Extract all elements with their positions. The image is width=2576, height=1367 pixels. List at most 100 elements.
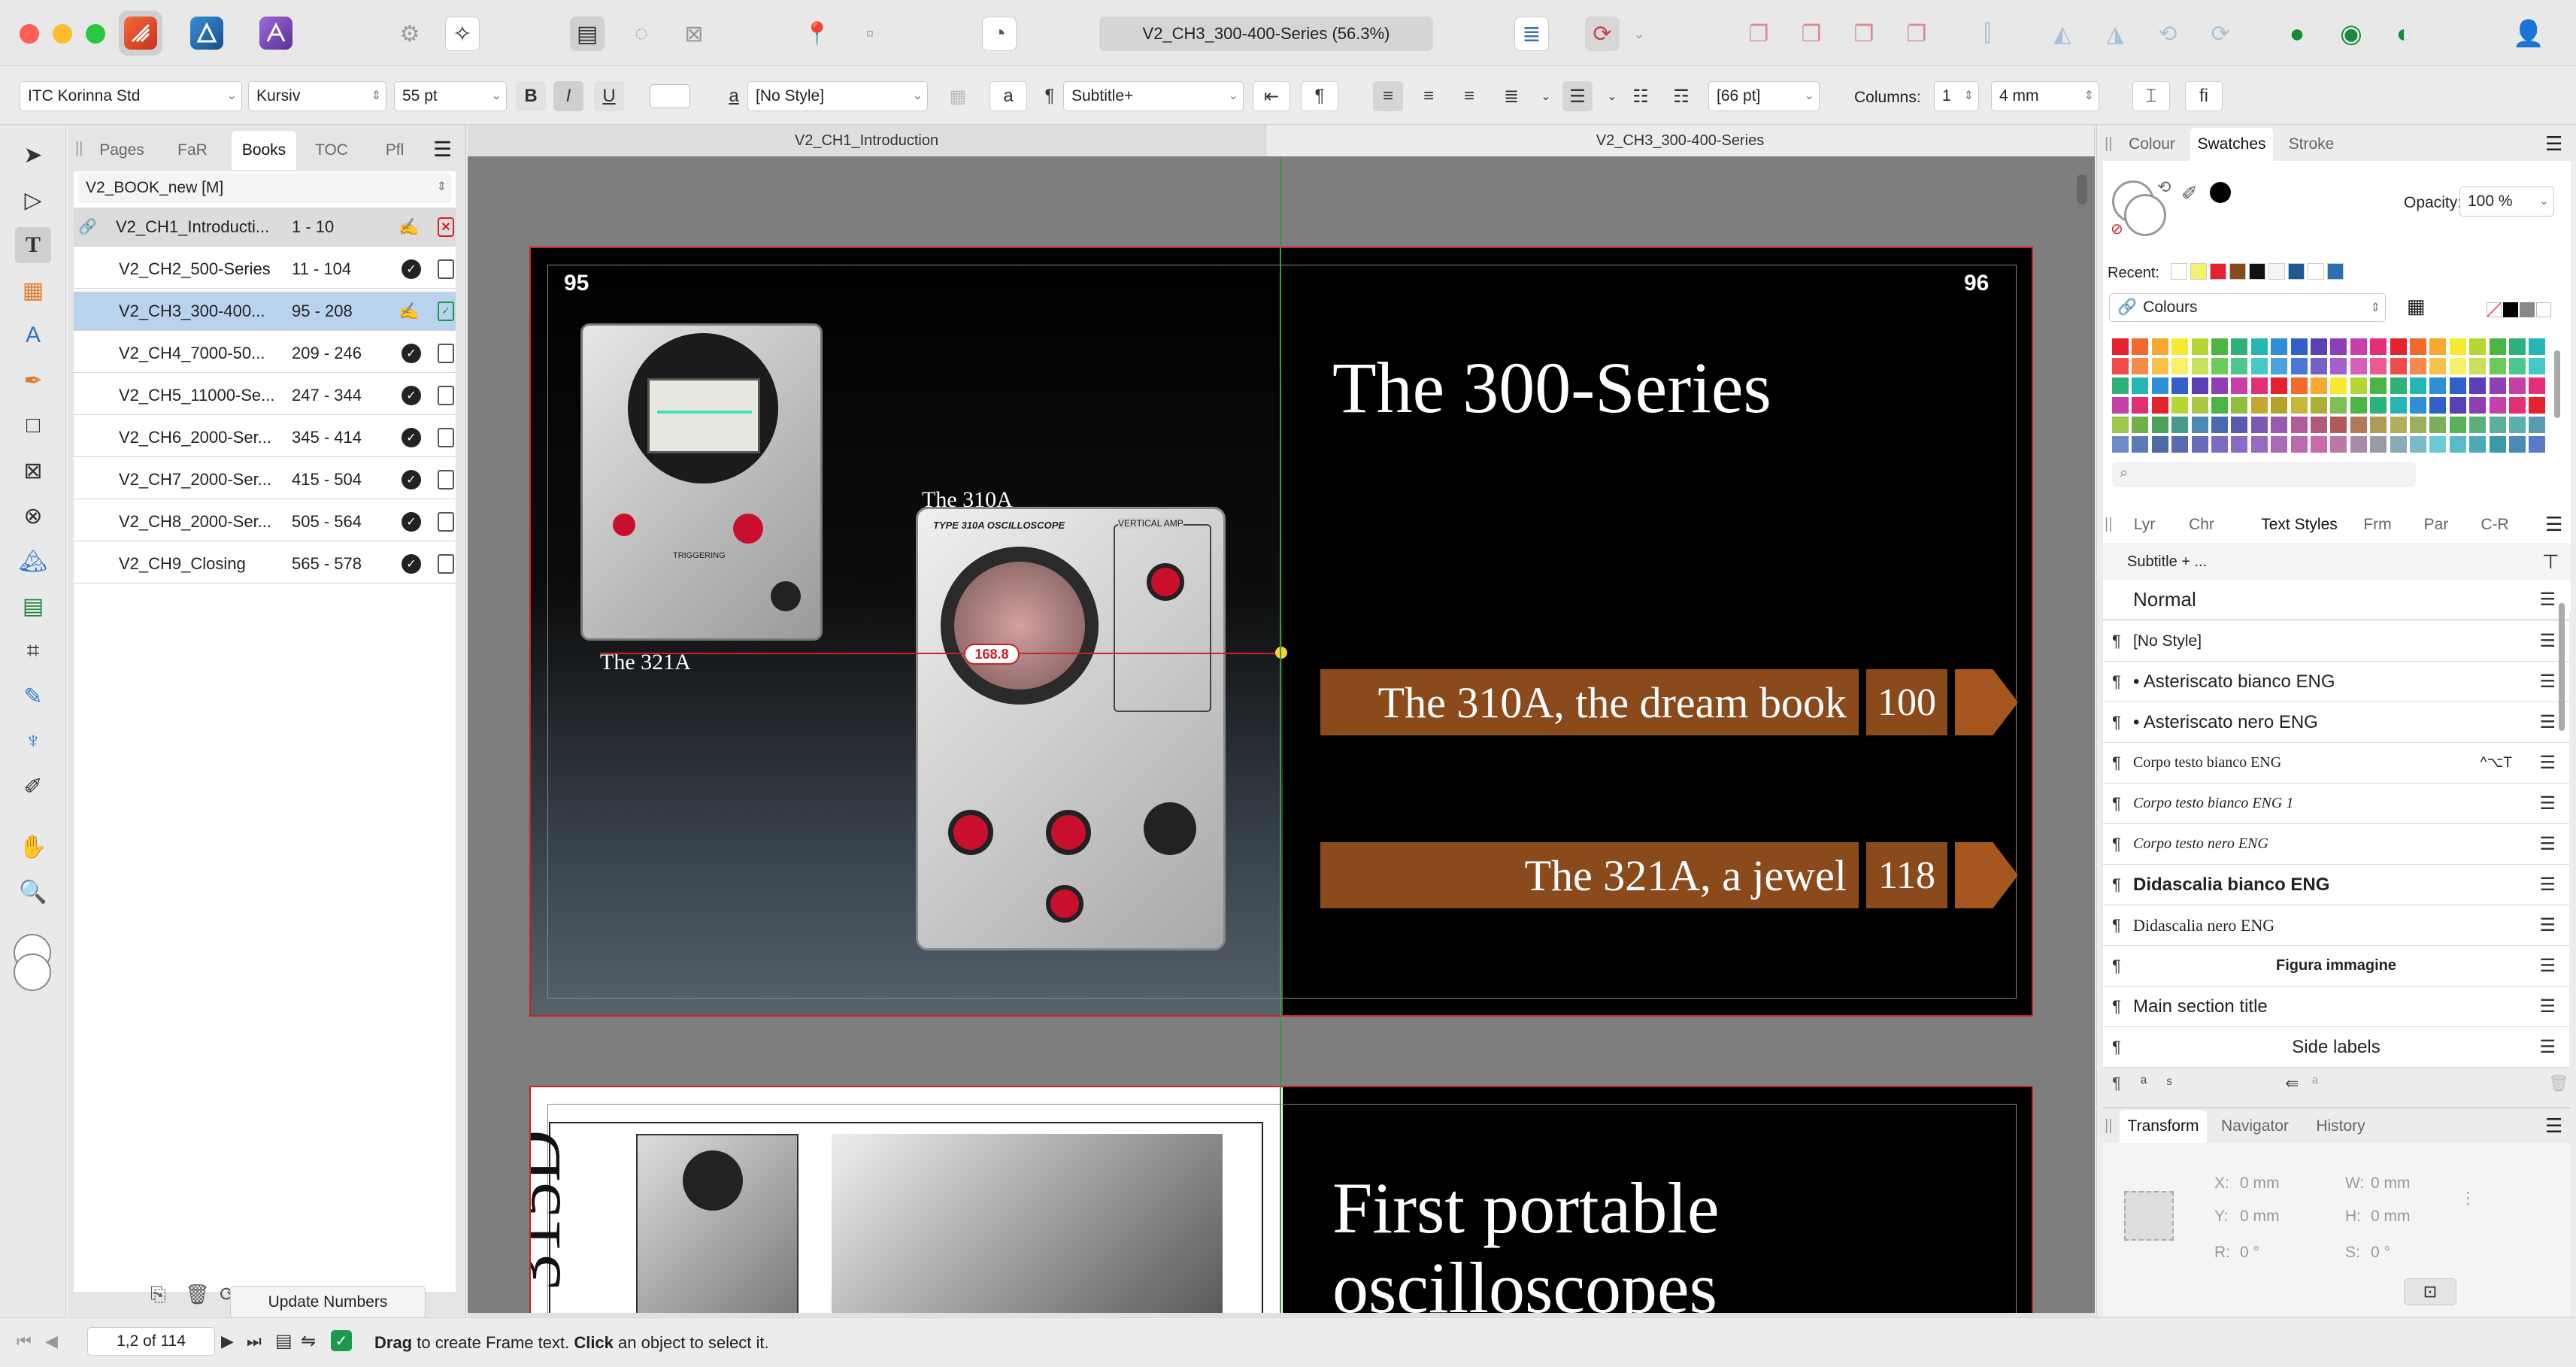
palette-color-swatch[interactable]: [2350, 436, 2367, 453]
palette-color-swatch[interactable]: [2370, 417, 2387, 433]
palette-color-swatch[interactable]: [2171, 358, 2189, 374]
lock-aspect-icon[interactable]: ⫶: [2465, 1188, 2471, 1212]
tab-navigator[interactable]: Navigator: [2211, 1110, 2299, 1143]
palette-color-swatch[interactable]: [2271, 417, 2288, 433]
document-title[interactable]: V2_CH3_300-400-Series (56.3%): [1099, 17, 1433, 51]
settings-icon[interactable]: ⚙: [392, 17, 427, 51]
numbered-list-icon[interactable]: ☶: [1666, 81, 1696, 111]
text-style-row[interactable]: ¶ Side labels ☰: [2103, 1027, 2569, 1068]
tab-pages[interactable]: Pages: [95, 131, 149, 170]
style-menu-icon[interactable]: ☰: [2539, 996, 2556, 1017]
palette-color-swatch[interactable]: [2469, 397, 2487, 414]
page-menu-icon[interactable]: ▤: [275, 1330, 292, 1352]
palette-color-swatch[interactable]: [2350, 417, 2367, 433]
palette-color-swatch[interactable]: [2290, 377, 2308, 394]
crop-tool-icon[interactable]: ⌗: [15, 633, 51, 669]
tab-text-styles[interactable]: Text Styles: [2252, 508, 2347, 541]
arrange-front-icon[interactable]: ❐: [1899, 17, 1934, 51]
bold-button[interactable]: B: [516, 81, 546, 111]
style-breadcrumb[interactable]: Subtitle + ...: [2103, 543, 2571, 580]
measure-endpoint-handle[interactable]: [1275, 647, 1287, 659]
palette-color-swatch[interactable]: [2151, 417, 2168, 433]
palette-color-swatch[interactable]: [2410, 436, 2426, 453]
boolean-subtract-icon[interactable]: ◉: [2334, 17, 2368, 51]
tab-books[interactable]: Books: [232, 131, 296, 170]
palette-color-swatch[interactable]: [2290, 417, 2308, 433]
palette-color-swatch[interactable]: [2132, 417, 2149, 433]
palette-color-swatch[interactable]: [2370, 338, 2387, 355]
palette-color-swatch[interactable]: [2171, 417, 2189, 433]
document-canvas[interactable]: V2_CH1_Introduction V2_CH3_300-400-Serie…: [468, 125, 2095, 1317]
palette-color-swatch[interactable]: [2231, 397, 2248, 414]
picked-color-swatch[interactable]: [2210, 182, 2231, 203]
new-paragraph-style-icon[interactable]: ¶: [2112, 1074, 2121, 1093]
tab-toc[interactable]: TOC: [308, 131, 355, 170]
palette-color-swatch[interactable]: [2311, 377, 2327, 394]
palette-color-swatch[interactable]: [2250, 358, 2268, 374]
palette-color-swatch[interactable]: [2112, 436, 2129, 453]
bleed-view-icon[interactable]: ⊠: [677, 17, 711, 51]
style-menu-icon[interactable]: ☰: [2539, 752, 2556, 774]
text-style-row[interactable]: ¶ Corpo testo nero ENG ☰: [2103, 824, 2569, 865]
palette-color-swatch[interactable]: [2509, 417, 2526, 433]
font-size-field[interactable]: 55 pt ⌄: [394, 81, 507, 111]
rotate-right-icon[interactable]: ⟳: [2203, 17, 2238, 51]
style-menu-icon[interactable]: ☰: [2539, 671, 2556, 693]
palette-color-swatch[interactable]: [2350, 358, 2367, 374]
s-field[interactable]: 0 °: [2371, 1244, 2390, 1262]
palette-color-swatch[interactable]: [2449, 377, 2466, 394]
panel-menu-icon[interactable]: ☰: [2545, 513, 2562, 536]
palette-color-swatch[interactable]: [2290, 436, 2308, 453]
flip-vertical-icon[interactable]: ◮: [2098, 17, 2132, 51]
close-window-button[interactable]: [20, 24, 39, 44]
palette-color-swatch[interactable]: [2330, 338, 2347, 355]
ligature-button[interactable]: fi: [2185, 81, 2223, 111]
text-color-well[interactable]: [650, 84, 690, 108]
palette-color-swatch[interactable]: [2211, 436, 2228, 453]
color-picker-tool-icon[interactable]: ✐: [15, 768, 51, 805]
palette-color-swatch[interactable]: [2290, 338, 2308, 355]
palette-color-swatch[interactable]: [2429, 358, 2447, 374]
palette-color-swatch[interactable]: [2151, 338, 2168, 355]
palette-color-swatch[interactable]: [2250, 397, 2268, 414]
tab-document-ch1[interactable]: V2_CH1_Introduction: [468, 125, 1266, 156]
style-menu-icon[interactable]: ☰: [2539, 589, 2556, 611]
edit-chapter-icon[interactable]: ✍: [399, 302, 419, 321]
palette-color-swatch[interactable]: [2370, 436, 2387, 453]
ellipse-frame-tool-icon[interactable]: ⊗: [15, 498, 51, 534]
palette-color-swatch[interactable]: [2112, 417, 2129, 433]
book-selector[interactable]: V2_BOOK_new [M] ⇕: [78, 173, 451, 203]
next-page-icon[interactable]: ▶: [221, 1332, 234, 1351]
palette-color-swatch[interactable]: [2350, 397, 2367, 414]
palette-options-icon[interactable]: ▦: [2407, 295, 2426, 318]
palette-color-swatch[interactable]: [2410, 338, 2426, 355]
align-center-icon[interactable]: ≡: [1414, 81, 1444, 111]
arrange-backward-icon[interactable]: ❐: [1794, 17, 1829, 51]
palette-color-swatch[interactable]: [2231, 436, 2248, 453]
palette-color-swatch[interactable]: [2271, 338, 2288, 355]
palette-color-swatch[interactable]: [2350, 377, 2367, 394]
normal-view-icon[interactable]: ▤: [570, 17, 605, 51]
gutter-field[interactable]: 4 mm ⇕: [1991, 81, 2099, 111]
second-spread-heading[interactable]: First portable oscilloscopes: [1332, 1168, 1934, 1317]
palette-color-swatch[interactable]: [2429, 338, 2447, 355]
style-menu-icon[interactable]: ☰: [2539, 711, 2556, 733]
palette-color-swatch[interactable]: [2250, 417, 2268, 433]
palette-color-swatch[interactable]: [2509, 397, 2526, 414]
oscilloscope-321a-image[interactable]: TRIGGERING: [580, 323, 823, 641]
palette-color-swatch[interactable]: [2390, 397, 2407, 414]
character-panel-button[interactable]: a: [989, 81, 1027, 111]
chapter-row[interactable]: 🔗 V2_CH1_Introducti... 1 - 10 ✍ ✕: [74, 208, 456, 247]
place-image-tool-icon[interactable]: 🏔: [15, 543, 51, 579]
italic-button[interactable]: I: [553, 81, 583, 111]
tab-colour[interactable]: Colour: [2120, 128, 2184, 161]
palette-color-swatch[interactable]: [2469, 377, 2487, 394]
stroke-color-well[interactable]: [14, 953, 51, 991]
palette-color-swatch[interactable]: [2529, 417, 2546, 433]
palette-color-swatch[interactable]: [2211, 358, 2228, 374]
palette-color-swatch[interactable]: [2489, 417, 2506, 433]
tab-transform[interactable]: Transform: [2120, 1110, 2207, 1143]
spread-95-96[interactable]: 95 96 TRIGGERING The 321A TYPE 310A OSCI…: [529, 247, 2033, 1017]
transparency-tool-icon[interactable]: ✎: [15, 678, 51, 714]
palette-color-swatch[interactable]: [2311, 338, 2327, 355]
